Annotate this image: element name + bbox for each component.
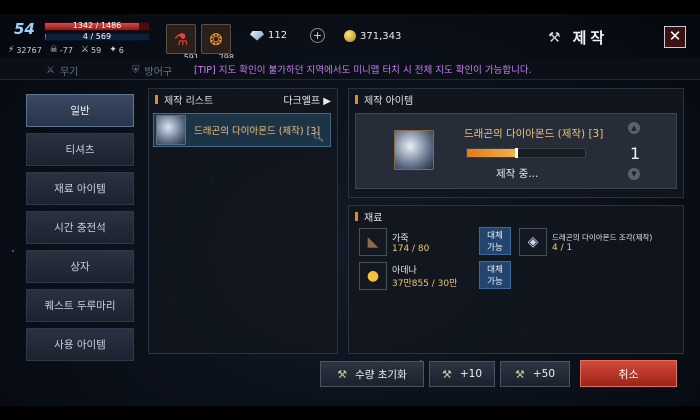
dragon-diamond-icon	[394, 130, 434, 170]
materials-header: 재료	[349, 206, 683, 226]
mp-text: 4 / 569	[82, 32, 112, 41]
diamond-shard-icon: ◈	[519, 228, 547, 256]
substitute-label-2: 가능	[487, 243, 503, 253]
craft-item-panel: 제작 아이템 드래곤의 다이아몬드 (제작) [3] 제작 중... ▲ 1 ▼	[348, 88, 684, 198]
plus-50-button[interactable]: ⚒ +50	[500, 361, 570, 387]
diamond-icon	[250, 30, 264, 41]
flame-scroll-icon: ❂	[209, 29, 223, 49]
gold-coins-icon: ●	[359, 262, 387, 290]
window-title: 제작	[572, 29, 609, 47]
materials-panel: 재료 ◣ 가죽 174 / 80 대체 가능 ◈ 드래곤의 다이아몬드 조각(제…	[348, 205, 684, 354]
quick-slot-potion[interactable]: ⚗ 591	[166, 24, 199, 62]
craft-progress-bar	[466, 148, 586, 158]
recipe-row[interactable]: 드래곤의 다이아몬드 (제작) [3] 🔍︎	[153, 113, 331, 147]
header-bullet	[355, 211, 358, 221]
cancel-button[interactable]: 취소	[580, 360, 677, 387]
hammer-icon: ⚒	[514, 367, 525, 381]
stat-alignment: -77	[59, 45, 73, 55]
substitute-label-1: 대체	[487, 231, 503, 241]
substitute-button[interactable]: 대체 가능	[479, 261, 511, 289]
craft-quantity: 1	[630, 144, 641, 163]
material-count: 37만855 / 30만	[392, 279, 458, 289]
hp-bar: 1342 / 1486	[44, 21, 150, 31]
menu-item-time-stone[interactable]: 시간 충전석	[26, 211, 134, 244]
plus-10-label: +10	[459, 368, 483, 380]
tab-armor-label: 방어구	[144, 67, 173, 78]
menu-item-box[interactable]: 상자	[26, 250, 134, 283]
recipe-list-title: 제작 리스트	[164, 95, 214, 107]
stat-power: 32767	[16, 45, 42, 55]
dragon-diamond-icon	[156, 115, 186, 145]
tab-weapon[interactable]: ⚔ 무기	[46, 63, 78, 78]
top-letterbox	[0, 0, 700, 14]
menu-item-quest-scroll[interactable]: 퀘스트 두루마리	[26, 289, 134, 322]
tab-armor[interactable]: ⛨ 방어구	[132, 63, 172, 78]
craft-item-box: 드래곤의 다이아몬드 (제작) [3] 제작 중... ▲ 1 ▼	[355, 113, 677, 189]
recipe-list-panel: 제작 리스트 다크엘프 ▶ 드래곤의 다이아몬드 (제작) [3] 🔍︎	[148, 88, 338, 354]
menu-item-consumable[interactable]: 사용 아이템	[26, 328, 134, 361]
mp-bar: 4 / 569	[44, 32, 150, 41]
bottom-letterbox	[0, 406, 700, 420]
leather-icon: ◣	[359, 228, 387, 256]
power-icon: ⚡	[8, 45, 15, 55]
diamond-count: 112	[268, 30, 288, 41]
substitute-button[interactable]: 대체 가능	[479, 227, 511, 255]
gold-currency: 371,343	[344, 30, 401, 42]
material-name: 드래곤의 다이아몬드 조각(제작)	[552, 232, 653, 242]
gold-count: 371,343	[360, 30, 402, 42]
substitute-label-2: 가능	[487, 277, 503, 287]
red-potion-icon: ⚗	[173, 29, 189, 49]
stat-attack: 59	[91, 45, 102, 55]
armor-icon: ⛨	[132, 65, 140, 76]
craft-status: 제작 중...	[496, 168, 539, 180]
player-hud: 54 1342 / 1486 4 / 569 ⚡ 32767 ☠ -77 ⚔ 59 ✦…	[8, 18, 158, 58]
close-button[interactable]: ✕	[664, 26, 686, 48]
hammer-icon: ⚒	[337, 367, 348, 381]
quantity-up-arrow[interactable]: ▲	[628, 122, 640, 134]
recipe-name: 드래곤의 다이아몬드 (제작) [3]	[194, 126, 321, 137]
diamond-currency: 112	[250, 30, 287, 41]
menu-item-materials[interactable]: 재료 아이템	[26, 172, 134, 205]
sword-icon: ⚔	[80, 45, 90, 55]
material-name: 아데나	[392, 266, 417, 276]
header-bullet	[355, 94, 358, 104]
gold-coin-icon	[344, 30, 356, 42]
hammer-icon: ⚒	[441, 367, 452, 381]
tab-weapon-label: 무기	[59, 67, 79, 78]
craft-item-title: 제작 아이템	[364, 95, 414, 107]
menu-item-tshirt[interactable]: 티셔츠	[26, 133, 134, 166]
player-stats: ⚡ 32767 ☠ -77 ⚔ 59 ✦ 6	[8, 45, 124, 55]
add-currency-button[interactable]: +	[310, 28, 325, 43]
quantity-down-arrow[interactable]: ▼	[628, 168, 640, 180]
stat-wing: 6	[118, 45, 124, 55]
substitute-label-1: 대체	[487, 265, 503, 275]
reset-quantity-label: 수량 초기화	[355, 368, 407, 381]
magnifier-icon[interactable]: 🔍︎	[313, 133, 324, 143]
player-level: 54	[14, 20, 35, 38]
wing-icon: ✦	[109, 45, 117, 55]
materials-title: 재료	[364, 212, 383, 224]
reset-quantity-button[interactable]: ⚒ 수량 초기화	[320, 361, 424, 387]
craft-screen: 54 1342 / 1486 4 / 569 ⚡ 32767 ☠ -77 ⚔ 59 ✦…	[0, 0, 700, 420]
tip-banner: [TIP] 지도 확인이 불가하던 지역에서도 미니맵 터치 시 전체 지도 확…	[194, 65, 532, 76]
material-diamond-shard: ◈ 드래곤의 다이아몬드 조각(제작) 4 / 1	[519, 227, 673, 257]
quick-slot-scroll[interactable]: ❂ 298	[201, 24, 234, 62]
crossed-swords-icon: ⚔	[46, 65, 55, 76]
craft-item-name: 드래곤의 다이아몬드 (제작) [3]	[464, 128, 604, 140]
skull-icon: ☠	[49, 45, 58, 55]
material-count: 4 / 1	[552, 242, 573, 253]
race-filter-button[interactable]: 다크엘프 ▶	[283, 92, 331, 107]
material-count: 174 / 80	[392, 243, 430, 254]
material-name: 가죽	[392, 233, 409, 244]
plus-10-button[interactable]: ⚒ +10	[429, 361, 495, 387]
category-menu: 일반 티셔츠 재료 아이템 시간 충전석 상자 퀘스트 두루마리 사용 아이템	[26, 94, 138, 367]
hp-text: 1342 / 1486	[72, 21, 122, 30]
menu-item-general[interactable]: 일반	[26, 94, 134, 127]
header-bullet	[155, 94, 158, 104]
window-title-area: ⚒ 제작	[548, 27, 608, 48]
craft-item-header: 제작 아이템	[349, 89, 683, 109]
anvil-icon: ⚒	[548, 29, 561, 46]
plus-50-label: +50	[532, 368, 556, 380]
